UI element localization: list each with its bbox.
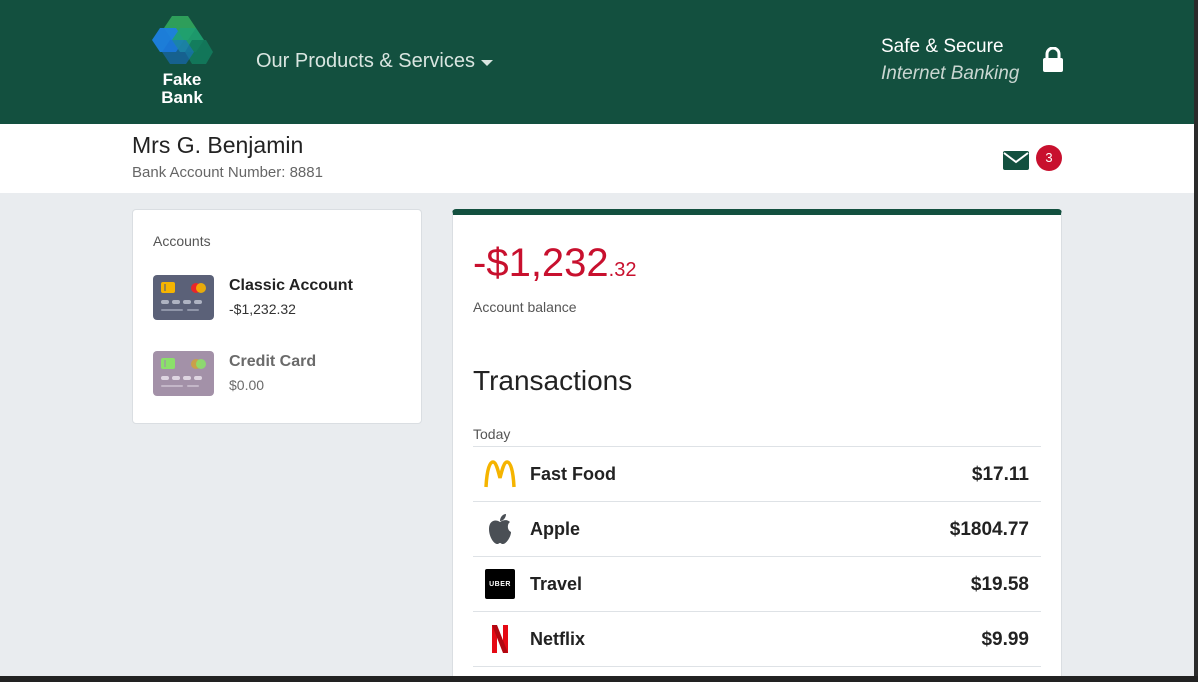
window-edge [1194, 0, 1198, 682]
transactions-heading: Transactions [473, 365, 633, 396]
fake-bank-logo[interactable]: Fake Bank [150, 14, 216, 110]
envelope-icon[interactable] [1003, 151, 1029, 170]
transactions-day-label: Today [473, 426, 511, 442]
account-balance: -$1,232.32 [229, 301, 296, 317]
caret-down-icon [480, 59, 493, 66]
customer-name: Mrs G. Benjamin [132, 132, 304, 158]
hexagon-logo-icon [152, 16, 213, 64]
window-edge [0, 676, 1198, 682]
balance-cents: .32 [608, 259, 637, 281]
logo-line-1: Fake [162, 70, 202, 89]
uber-logo-icon: UBER [484, 568, 516, 600]
products-services-dropdown[interactable]: Our Products & Services [256, 50, 493, 73]
mcdonalds-logo-icon [484, 458, 516, 490]
logo-line-2: Bank [161, 88, 203, 107]
bank-account-number: Bank Account Number: 8881 [132, 164, 323, 181]
account-name: Credit Card [229, 353, 317, 370]
credit-card-icon [153, 275, 214, 320]
uber-logo-text: UBER [485, 569, 515, 599]
transaction-name: Apple [530, 519, 581, 539]
transaction-amount: $17.11 [971, 464, 1029, 485]
logo-text: Fake Bank [150, 71, 214, 107]
transaction-row[interactable]: Netflix $9.99 [473, 612, 1041, 667]
accounts-panel: Accounts Classic Account -$1,232.32 Cred… [132, 209, 422, 424]
transaction-row[interactable]: Apple $1804.77 [473, 502, 1041, 557]
transaction-row[interactable]: Fast Food $17.11 [473, 447, 1041, 502]
user-info-bar: Mrs G. Benjamin Bank Account Number: 888… [0, 124, 1194, 193]
secure-banking-info: Safe & Secure Internet Banking [881, 35, 1019, 89]
account-item-classic[interactable]: Classic Account -$1,232.32 [153, 275, 403, 323]
transactions-list: Fast Food $17.11 Apple $1804.77 UBER Tra… [473, 446, 1041, 667]
account-name: Classic Account [229, 277, 353, 294]
transaction-name: Travel [530, 574, 583, 594]
balance-dollars: -$1,232 [473, 241, 609, 285]
products-services-label: Our Products & Services [256, 50, 475, 72]
transaction-row[interactable]: UBER Travel $19.58 [473, 557, 1041, 612]
transaction-name: Fast Food [530, 464, 616, 484]
balance-label: Account balance [473, 299, 577, 315]
transaction-amount: $19.58 [970, 574, 1029, 595]
secure-subtitle: Internet Banking [881, 63, 1020, 84]
lock-icon [1043, 47, 1063, 72]
transaction-name: Netflix [530, 629, 586, 649]
accounts-heading: Accounts [153, 233, 211, 249]
unread-messages-badge[interactable]: 3 [1036, 145, 1062, 171]
account-balance-amount: -$1,232.32 [473, 241, 636, 286]
secure-title: Safe & Secure [881, 36, 1004, 57]
account-detail-panel: -$1,232.32 Account balance Transactions … [452, 209, 1062, 676]
page: Fake Bank Our Products & Services Safe &… [0, 0, 1194, 676]
account-item-credit-card[interactable]: Credit Card $0.00 [153, 351, 403, 399]
netflix-logo-icon [484, 623, 516, 655]
account-balance: $0.00 [229, 377, 265, 393]
apple-logo-icon [484, 513, 516, 545]
top-navbar: Fake Bank Our Products & Services Safe &… [0, 0, 1194, 124]
transaction-amount: $1804.77 [949, 519, 1029, 540]
credit-card-icon [153, 351, 214, 396]
transaction-amount: $9.99 [981, 629, 1029, 650]
